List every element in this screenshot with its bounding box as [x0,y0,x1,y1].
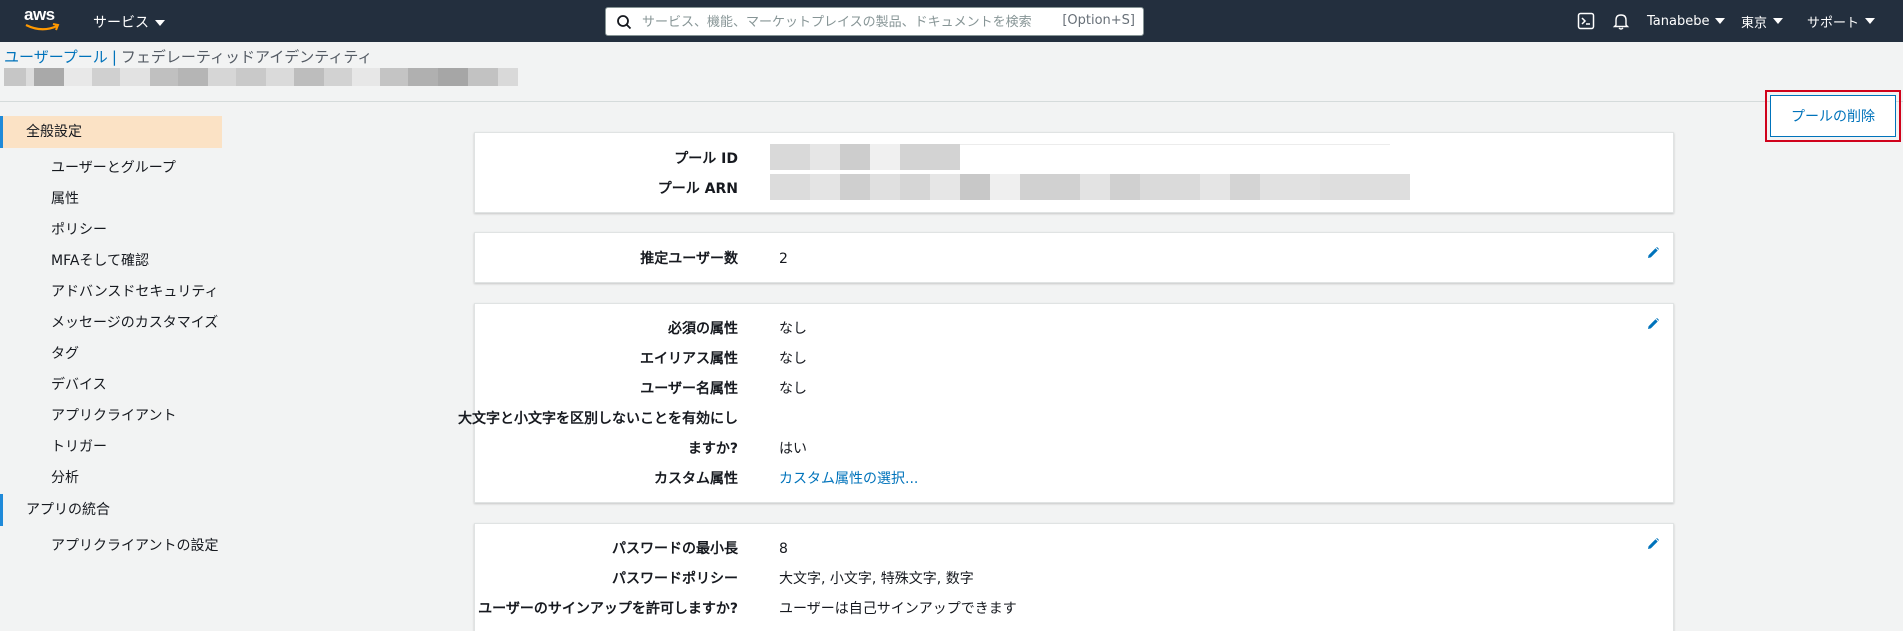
sidebar-item-advanced-security[interactable]: アドバンスドセキュリティ [0,277,222,308]
password-policy-value: 大文字, 小文字, 特殊文字, 数字 [779,571,974,587]
sidebar-item-users-and-groups[interactable]: ユーザーとグループ [0,153,222,184]
sidebar-item-app-clients[interactable]: アプリクライアント [0,401,222,432]
custom-attributes-label: カスタム属性 [654,471,738,487]
sidebar-item-mfa[interactable]: MFAそして確認 [0,246,222,277]
delete-pool-button[interactable]: プールの削除 [1770,95,1896,137]
top-navigation: aws サービス [Option+S] Tanabebe 東京 サポート [0,0,1903,42]
support-menu[interactable]: サポート [1807,0,1876,42]
self-signup-label: ユーザーのサインアップを許可しますか? [478,601,738,617]
user-name: Tanabebe [1647,13,1710,29]
pool-id-row: プール ID [475,144,1675,174]
redacted-pool-name [4,68,518,86]
tab-user-pools[interactable]: ユーザープール [4,48,108,66]
caret-down-icon [1773,18,1784,24]
case-insensitivity-label-line2: ますか? [687,441,738,457]
support-label: サポート [1807,15,1860,31]
redacted-pool-id [770,144,1390,170]
region-menu[interactable]: 東京 [1741,0,1784,42]
required-attributes-label: 必須の属性 [668,321,738,337]
cloudshell-icon[interactable] [1577,12,1595,30]
password-policy-label: パスワードポリシー [612,571,738,587]
case-insensitivity-label-line1: 大文字と小文字を区別しないことを有効にし [458,411,738,427]
pool-type-tabs: ユーザープール | フェデレーティッドアイデンティティ [4,46,372,67]
self-signup-row: ユーザーのサインアップを許可しますか? ユーザーは自己サインアップできます [475,594,1675,624]
aws-logo-text: aws [24,5,55,24]
case-insensitivity-row-2: ますか? はい [475,434,1675,464]
estimated-users-value: 2 [779,251,788,267]
estimated-users-row: 推定ユーザー数 2 [475,244,1675,274]
caret-down-icon [1865,18,1876,24]
attributes-card: 必須の属性 なし エイリアス属性 なし ユーザー名属性 なし 大文字と小文字を区… [458,303,1675,503]
delete-button-highlight: プールの削除 [1765,90,1901,142]
choose-custom-attributes-link[interactable]: カスタム属性の選択... [779,464,918,494]
region-label: 東京 [1741,15,1768,31]
password-policy-row: パスワードポリシー 大文字, 小文字, 特殊文字, 数字 [475,564,1675,594]
search-icon [617,15,632,30]
sidebar-section-app-integration[interactable]: アプリの統合 [0,494,222,526]
tab-federated-identities[interactable]: フェデレーティッドアイデンティティ [121,48,373,66]
tab-separator: | [111,48,117,66]
redacted-pool-arn [770,174,1410,200]
caret-down-icon [155,20,165,26]
pool-info-card: プール ID プール ARN [474,132,1674,213]
sidebar-section-general-settings[interactable]: 全般設定 [0,116,222,148]
custom-attributes-row: カスタム属性 カスタム属性の選択... [475,464,1675,494]
password-min-length-row: パスワードの最小長 8 [475,534,1675,564]
estimated-users-label: 推定ユーザー数 [640,251,738,267]
sidebar-item-tags[interactable]: タグ [0,339,222,370]
sidebar-item-analytics[interactable]: 分析 [0,463,222,494]
sidebar-item-triggers[interactable]: トリガー [0,432,222,463]
sidebar-item-message-customization[interactable]: メッセージのカスタマイズ [0,308,222,339]
sidebar-item-attributes[interactable]: 属性 [0,184,222,215]
caret-down-icon [1715,18,1726,24]
smile-icon [25,23,60,31]
alias-attributes-row: エイリアス属性 なし [475,344,1675,374]
users-card: 推定ユーザー数 2 [474,232,1674,283]
pencil-icon[interactable] [1647,247,1659,259]
username-attributes-row: ユーザー名属性 なし [475,374,1675,404]
alias-attributes-label: エイリアス属性 [640,351,738,367]
sidebar-item-devices[interactable]: デバイス [0,370,222,401]
required-attributes-value: なし [779,321,807,337]
bell-icon[interactable] [1612,12,1630,30]
services-menu[interactable]: サービス [93,12,165,32]
password-min-length-value: 8 [779,541,788,557]
search-input[interactable] [642,12,1062,32]
username-attributes-value: なし [779,381,807,397]
services-label: サービス [93,15,149,31]
sidebar: 全般設定 ユーザーとグループ 属性 ポリシー MFAそして確認 アドバンスドセキ… [0,116,222,562]
pencil-icon[interactable] [1647,318,1659,330]
sidebar-item-policies[interactable]: ポリシー [0,215,222,246]
case-insensitivity-row-1: 大文字と小文字を区別しないことを有効にし [458,404,1675,434]
password-min-length-label: パスワードの最小長 [612,541,738,557]
case-insensitivity-value: はい [779,441,807,457]
pool-id-label: プール ID [674,151,738,167]
pool-arn-label: プール ARN [657,181,738,197]
user-menu[interactable]: Tanabebe [1647,0,1726,42]
alias-attributes-value: なし [779,351,807,367]
username-attributes-label: ユーザー名属性 [640,381,738,397]
password-card: パスワードの最小長 8 パスワードポリシー 大文字, 小文字, 特殊文字, 数字… [474,523,1674,631]
search-box[interactable]: [Option+S] [605,7,1144,36]
required-attributes-row: 必須の属性 なし [475,314,1675,344]
aws-logo[interactable]: aws [24,5,60,35]
sidebar-item-app-client-settings[interactable]: アプリクライアントの設定 [0,531,222,562]
pool-arn-row: プール ARN [475,174,1675,204]
page-header: ユーザープール | フェデレーティッドアイデンティティ プールの削除 [0,42,1903,142]
self-signup-value: ユーザーは自己サインアップできます [779,601,1017,617]
search-shortcut: [Option+S] [1062,13,1135,28]
pencil-icon[interactable] [1647,538,1659,550]
